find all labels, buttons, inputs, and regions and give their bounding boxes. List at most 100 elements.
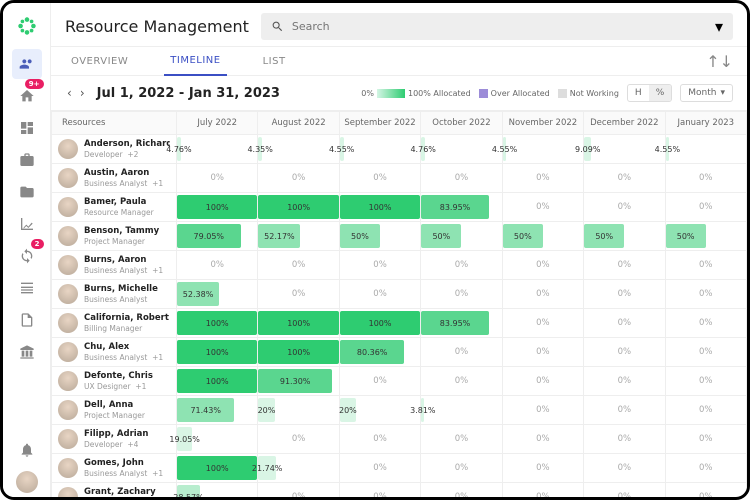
nav-bank-icon[interactable]: [12, 337, 42, 367]
allocation-cell: 0%: [665, 338, 746, 367]
nav-home-icon[interactable]: 9+: [12, 81, 42, 111]
resource-row[interactable]: Austin, AaronBusiness Analyst +10%0%0%0%…: [52, 164, 747, 193]
allocation-cell: 50%: [339, 222, 420, 251]
resource-role: Business Analyst +1: [84, 266, 163, 275]
month-header: November 2022: [502, 112, 583, 135]
allocation-cell: 100%: [177, 193, 258, 222]
allocation-cell: 0%: [339, 367, 420, 396]
resource-name: California, Robert: [84, 313, 169, 323]
resource-name: Austin, Aaron: [84, 168, 163, 178]
avatar: [58, 371, 78, 391]
resource-role: Business Analyst +1: [84, 469, 163, 478]
resource-row[interactable]: Defonte, ChrisUX Designer +1100%91.30%0%…: [52, 367, 747, 396]
resource-row[interactable]: Bamer, PaulaResource Manager100%100%100%…: [52, 193, 747, 222]
resource-row[interactable]: Benson, TammyProject Manager79.05%52.17%…: [52, 222, 747, 251]
search-icon: [271, 20, 284, 33]
month-header: January 2023: [665, 112, 746, 135]
nav-dashboard-icon[interactable]: [12, 113, 42, 143]
allocation-cell: 0%: [584, 483, 665, 498]
nav-folder-icon[interactable]: [12, 177, 42, 207]
nav-contacts-icon[interactable]: [12, 273, 42, 303]
toggle-hours[interactable]: H: [628, 85, 649, 101]
avatar: [58, 168, 78, 188]
allocation-cell: 0%: [584, 425, 665, 454]
not-swatch: [558, 89, 567, 98]
allocation-cell: 0%: [502, 280, 583, 309]
allocation-cell: 9.09%: [584, 135, 665, 164]
over-swatch: [479, 89, 488, 98]
avatar: [58, 458, 78, 478]
resource-name: Defonte, Chris: [84, 371, 153, 381]
month-header: July 2022: [177, 112, 258, 135]
allocation-cell: 0%: [665, 251, 746, 280]
legend-full: 100% Allocated: [408, 89, 471, 98]
allocation-cell: 0%: [421, 164, 502, 193]
avatar: [58, 255, 78, 275]
nav-people-icon[interactable]: [12, 49, 42, 79]
tab-bar: OVERVIEW TIMELINE LIST ↑↓: [51, 47, 747, 76]
allocation-cell: 4.76%: [421, 135, 502, 164]
resource-row[interactable]: Dell, AnnaProject Manager71.43%20%20%3.8…: [52, 396, 747, 425]
allocation-cell: 100%: [339, 309, 420, 338]
allocation-cell: 83.95%: [421, 309, 502, 338]
resource-row[interactable]: Anderson, RichardDeveloper +24.76%4.35%4…: [52, 135, 747, 164]
allocation-cell: 100%: [258, 309, 339, 338]
allocation-cell: 52.17%: [258, 222, 339, 251]
allocation-cell: 3.81%: [421, 396, 502, 425]
resource-row[interactable]: California, RobertBilling Manager100%100…: [52, 309, 747, 338]
search-bar[interactable]: ▾: [261, 13, 733, 40]
allocation-cell: 50%: [421, 222, 502, 251]
allocation-cell: 0%: [502, 309, 583, 338]
nav-document-icon[interactable]: [12, 305, 42, 335]
allocation-cell: 0%: [502, 454, 583, 483]
allocation-grid[interactable]: ResourcesJuly 2022August 2022September 2…: [51, 111, 747, 497]
resources-header: Resources: [52, 112, 177, 135]
search-input[interactable]: [292, 20, 707, 33]
nav-chart-icon[interactable]: [12, 209, 42, 239]
resource-row[interactable]: Gomes, JohnBusiness Analyst +1100%21.74%…: [52, 454, 747, 483]
avatar: [58, 429, 78, 449]
chevron-down-icon: ▾: [720, 88, 725, 98]
allocation-cell: 71.43%: [177, 396, 258, 425]
tab-overview[interactable]: OVERVIEW: [65, 48, 134, 75]
resource-row[interactable]: Filipp, AdrianDeveloper +419.05%0%0%0%0%…: [52, 425, 747, 454]
resource-row[interactable]: Burns, MichelleBusiness Analyst52.38%0%0…: [52, 280, 747, 309]
month-header: December 2022: [584, 112, 665, 135]
resource-row[interactable]: Grant, ZacharyQA +128.57%0%0%0%0%0%0%: [52, 483, 747, 498]
avatar: [58, 226, 78, 246]
nav-avatar-icon[interactable]: [12, 467, 42, 497]
sort-icon[interactable]: ↑↓: [706, 52, 733, 71]
resource-role: Business Analyst +1: [84, 353, 163, 362]
allocation-cell: 100%: [258, 193, 339, 222]
nav-sync-icon[interactable]: 2: [12, 241, 42, 271]
resource-role: Project Manager: [84, 411, 145, 420]
resource-name: Anderson, Richard: [84, 139, 170, 149]
allocation-cell: 0%: [665, 483, 746, 498]
period-select[interactable]: Month▾: [680, 84, 733, 102]
month-header: October 2022: [421, 112, 502, 135]
tab-list[interactable]: LIST: [257, 48, 292, 75]
allocation-cell: 79.05%: [177, 222, 258, 251]
nav-briefcase-icon[interactable]: [12, 145, 42, 175]
resource-row[interactable]: Chu, AlexBusiness Analyst +1100%100%80.3…: [52, 338, 747, 367]
allocation-cell: 0%: [665, 193, 746, 222]
avatar: [58, 487, 78, 497]
allocation-cell: 0%: [339, 454, 420, 483]
allocation-cell: 0%: [258, 164, 339, 193]
allocation-cell: 83.95%: [421, 193, 502, 222]
allocation-cell: 100%: [258, 338, 339, 367]
chevron-down-icon[interactable]: ▾: [715, 17, 723, 36]
toggle-percent[interactable]: %: [649, 85, 672, 101]
allocation-cell: 4.55%: [339, 135, 420, 164]
resource-row[interactable]: Burns, AaronBusiness Analyst +10%0%0%0%0…: [52, 251, 747, 280]
allocation-cell: 0%: [502, 338, 583, 367]
prev-arrow[interactable]: ‹: [65, 84, 74, 102]
nav-bell-icon[interactable]: [12, 435, 42, 465]
tab-timeline[interactable]: TIMELINE: [164, 47, 226, 76]
next-arrow[interactable]: ›: [78, 84, 87, 102]
resource-name: Filipp, Adrian: [84, 429, 148, 439]
resource-name: Benson, Tammy: [84, 226, 159, 236]
allocation-cell: 0%: [584, 338, 665, 367]
allocation-cell: 91.30%: [258, 367, 339, 396]
resource-name: Grant, Zachary: [84, 487, 156, 497]
